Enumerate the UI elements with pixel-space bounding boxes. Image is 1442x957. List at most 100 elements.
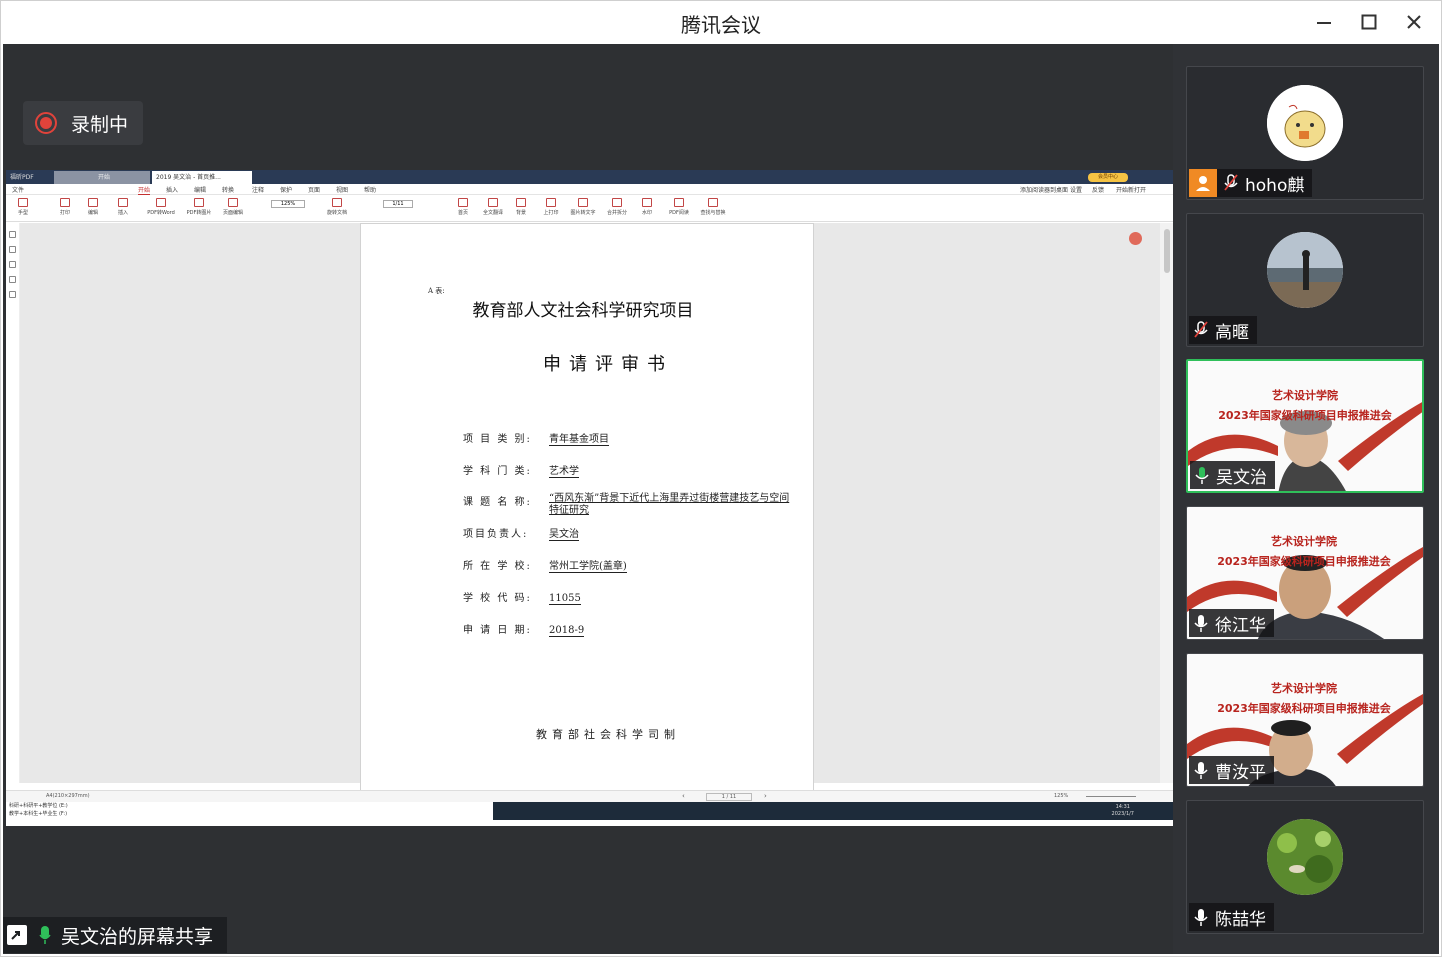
taskbar-clock-date: 2023/1/7 [1111, 811, 1134, 817]
bookmark-icon[interactable] [9, 231, 16, 238]
explorer-item[interactable]: 科研+科研平+教学位 (E:) [9, 802, 493, 810]
menu-item[interactable]: 编辑 [194, 185, 206, 194]
name-tag: 徐江华 [1189, 609, 1274, 637]
avatar [1267, 232, 1343, 308]
participant-tile[interactable]: hoho麒 [1186, 66, 1424, 200]
floating-tool-icon[interactable] [1129, 232, 1142, 245]
tool-button[interactable]: 旋转文档 [322, 198, 352, 220]
tool-button[interactable]: 查找与替换 [698, 198, 728, 220]
thumbnail-icon[interactable] [9, 246, 16, 253]
menu-item[interactable]: 添加阅读器到桌面 [1020, 185, 1068, 194]
form-row: 申 请 日 期: 2018-9 [463, 621, 585, 637]
screen-share-badge[interactable]: 吴文治的屏幕共享 [3, 917, 227, 953]
pdf-page: A 表: 教育部人文社会科学研究项目 申请评审书 项 目 类 别: 青年基金项目 … [360, 223, 814, 793]
form-code-label: A 表: [428, 287, 445, 295]
recording-label: 录制中 [71, 113, 129, 136]
attachment-icon[interactable] [9, 291, 16, 298]
tool-button[interactable]: 图片转文字 [568, 198, 598, 220]
avatar [1267, 819, 1343, 895]
menu-item[interactable]: 文件 [12, 185, 24, 194]
mic-icon [1194, 762, 1208, 779]
pdf-status-bar: A4(210×297mm) ‹ 1 / 11 › 125% [6, 790, 1174, 802]
print-icon [60, 198, 70, 207]
field-value: 艺术学 [549, 466, 579, 478]
recording-indicator[interactable]: 录制中 [23, 101, 143, 145]
app-tab[interactable]: 2019 吴文治 - 首页推... [152, 171, 252, 184]
form-row: 所 在 学 校: 常州工学院(盖章) [463, 557, 627, 573]
zoom-slider[interactable] [1086, 796, 1136, 797]
form-row: 学 校 代 码: 11055 [463, 589, 581, 605]
prev-page-icon[interactable]: ‹ [682, 792, 685, 800]
insert-icon [118, 198, 128, 207]
pdf-toolbar: 手型 打印 编辑 插入 PDF转Word PDF转图片 页面编辑 125% 旋转… [6, 195, 1174, 222]
find-replace-icon [708, 198, 718, 207]
tool-button[interactable]: 上打印 [536, 198, 566, 220]
menu-item[interactable]: 注释 [252, 185, 264, 194]
status-page-input[interactable]: 1 / 11 [706, 793, 752, 801]
tool-button[interactable]: 首页 [448, 198, 478, 220]
tool-button[interactable]: 编辑 [78, 198, 108, 220]
shared-pdf-window[interactable]: 福昕PDF 开始 2019 吴文治 - 首页推... 会员中心 文件 开始 插入… [6, 170, 1174, 826]
menu-item[interactable]: 视图 [336, 185, 348, 194]
avatar [1267, 85, 1343, 161]
zoom-select[interactable]: 125% [268, 198, 308, 220]
record-icon [35, 112, 57, 134]
explorer-item[interactable]: 教学+本科生+毕业生 (F:) [9, 810, 493, 818]
minimize-icon [1317, 22, 1331, 24]
search-icon[interactable] [9, 276, 16, 283]
close-button[interactable] [1399, 7, 1429, 37]
mic-icon [1194, 615, 1208, 632]
participant-tile[interactable]: 艺术设计学院 2023年国家级科研项目申报推进会 曹汝平 [1186, 653, 1424, 787]
tool-button[interactable]: 打印 [50, 198, 80, 220]
field-label: 学 校 代 码: [463, 593, 532, 604]
tool-button[interactable]: 水印 [632, 198, 662, 220]
next-page-icon[interactable]: › [764, 792, 767, 800]
tool-button[interactable]: 手型 [8, 198, 38, 220]
tool-button[interactable]: 合并拆分 [602, 198, 632, 220]
menu-item[interactable]: 保护 [280, 185, 292, 194]
tool-button[interactable]: 插入 [108, 198, 138, 220]
page-size-label: A4(210×297mm) [46, 793, 90, 799]
vip-badge[interactable]: 会员中心 [1088, 173, 1128, 182]
slide-title: 艺术设计学院 [1271, 535, 1337, 548]
scrollbar-thumb[interactable] [1164, 229, 1170, 273]
pdf-to-image-icon [194, 198, 204, 207]
slide-subtitle: 2023年国家级科研项目申报推进会 [1217, 555, 1391, 568]
menu-item[interactable]: 开始 [138, 185, 151, 195]
menu-item[interactable]: 转换 [222, 185, 234, 194]
menu-item[interactable]: 页面 [308, 185, 320, 194]
menu-item[interactable]: 开始新打开 [1116, 185, 1146, 194]
menu-item[interactable]: 帮助 [364, 185, 376, 194]
participant-tile-speaking[interactable]: 艺术设计学院 2023年国家级科研项目申报推进会 吴文治 [1186, 359, 1424, 493]
menu-item[interactable]: 设置 [1070, 185, 1082, 194]
participant-name: 陈喆华 [1215, 909, 1266, 930]
comment-icon[interactable] [9, 261, 16, 268]
first-page-icon [458, 198, 468, 207]
tool-button[interactable]: 页面编辑 [218, 198, 248, 220]
vertical-scrollbar[interactable] [1160, 223, 1174, 783]
app-tab[interactable]: 福昕PDF [6, 171, 52, 184]
tool-button[interactable]: PDF转Word [146, 198, 176, 220]
participant-tile[interactable]: 艺术设计学院 2023年国家级科研项目申报推进会 徐江华 [1186, 506, 1424, 640]
status-zoom[interactable]: 125% [1054, 793, 1068, 799]
mic-icon [1194, 909, 1208, 926]
participant-tile[interactable]: 陈喆华 [1186, 800, 1424, 934]
menu-item[interactable]: 反馈 [1092, 185, 1104, 194]
participant-tile[interactable]: 高暱 [1186, 213, 1424, 347]
mic-active-icon [39, 925, 51, 945]
menu-item[interactable]: 插入 [166, 185, 178, 194]
page-indicator[interactable]: 1/11 [378, 198, 418, 220]
maximize-button[interactable] [1354, 7, 1384, 37]
tool-button[interactable]: PDF阅读 [664, 198, 694, 220]
mic-active-icon [1195, 467, 1209, 484]
meeting-window: 腾讯会议 录制中 福昕PDF 开始 2019 吴文治 - 首页推... 会员中心… [0, 0, 1442, 957]
tool-button[interactable]: 背景 [506, 198, 536, 220]
app-tab[interactable]: 开始 [54, 171, 150, 184]
minimize-button[interactable] [1309, 7, 1339, 37]
tool-button[interactable]: PDF转图片 [184, 198, 214, 220]
field-label: 学 科 门 类: [463, 466, 532, 477]
tool-button[interactable]: 全文翻译 [478, 198, 508, 220]
field-label: 所 在 学 校: [463, 561, 532, 572]
edit-icon [88, 198, 98, 207]
background-icon [516, 198, 526, 207]
